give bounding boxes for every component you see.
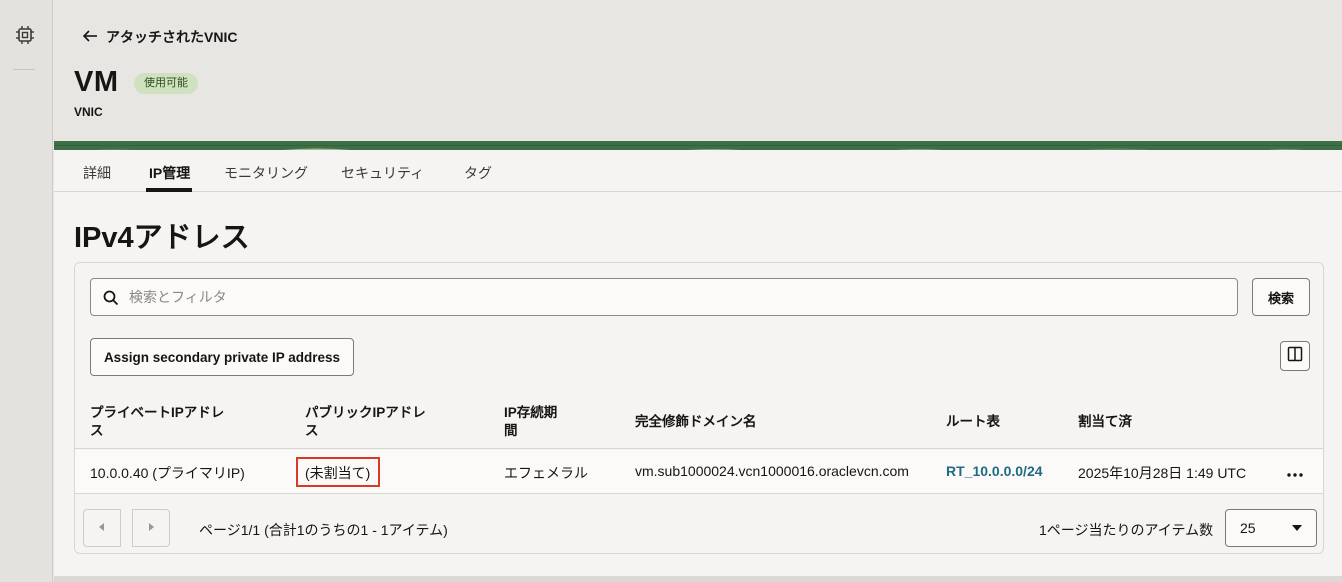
search-box [90, 278, 1238, 316]
per-page-select[interactable]: 25 [1225, 509, 1317, 547]
caret-right-icon [147, 522, 155, 535]
per-page-label: 1ページ当たりのアイテム数 [1039, 522, 1214, 538]
back-link[interactable]: アタッチされたVNIC [82, 27, 237, 47]
page-subtitle: VNIC [74, 105, 103, 119]
cell-public-ip: (未割当て) [305, 465, 371, 481]
decorative-banner [54, 141, 1342, 150]
arrow-left-icon [82, 29, 98, 46]
ip-table-card: 検索 Assign secondary private IP address プ… [74, 262, 1324, 554]
caret-left-icon [98, 522, 106, 535]
columns-icon [1287, 346, 1303, 367]
tab-ip-management[interactable]: IP管理 [149, 163, 190, 183]
cell-assigned: 2025年10月28日 1:49 UTC [1078, 465, 1247, 481]
next-page-button[interactable] [132, 509, 170, 547]
tab-security[interactable]: セキュリティ [341, 163, 424, 183]
left-rail [0, 0, 53, 582]
table-header: プライベートIPアドレス パブリックIPアドレス IP存続期間 完全修飾ドメイン… [75, 396, 1323, 449]
column-header-public-ip[interactable]: パブリックIPアドレス [305, 404, 426, 440]
column-settings-button[interactable] [1280, 341, 1310, 371]
rail-divider [13, 69, 35, 70]
cell-private-ip: 10.0.0.40 (プライマリIP) [90, 465, 245, 481]
tab-monitoring[interactable]: モニタリング [224, 163, 308, 183]
chevron-down-icon [1292, 525, 1302, 531]
column-header-route-table[interactable]: ルート表 [946, 413, 1000, 431]
search-input[interactable] [129, 279, 1229, 315]
column-header-assigned[interactable]: 割当て済 [1078, 413, 1132, 431]
page-header: アタッチされたVNIC VM 使用可能 VNIC [54, 0, 1342, 141]
more-horizontal-icon [1286, 462, 1304, 483]
column-header-private-ip[interactable]: プライベートIPアドレス [90, 404, 224, 440]
page-title: VM [74, 66, 119, 98]
cell-fqdn: vm.sub1000024.vcn1000016.oraclevcn.com [635, 463, 909, 479]
row-actions-button[interactable] [1280, 459, 1310, 485]
route-table-link[interactable]: RT_10.0.0.0/24 [946, 463, 1043, 479]
compute-chip-icon[interactable] [13, 23, 37, 47]
search-button[interactable]: 検索 [1252, 278, 1310, 316]
tab-details[interactable]: 詳細 [83, 163, 111, 183]
cell-ip-lifetime: エフェメラル [504, 465, 588, 481]
tab-tags[interactable]: タグ [464, 163, 492, 183]
assign-secondary-ip-button[interactable]: Assign secondary private IP address [90, 338, 354, 376]
main-content: IPv4アドレス 検索 Assign secondary private IP … [54, 192, 1342, 576]
back-link-label: アタッチされたVNIC [106, 29, 238, 45]
column-header-fqdn[interactable]: 完全修飾ドメイン名 [635, 413, 757, 431]
pagination-summary: ページ1/1 (合計1のうちの1 - 1アイテム) [199, 522, 448, 538]
per-page-value: 25 [1240, 520, 1256, 536]
status-badge: 使用可能 [134, 73, 198, 94]
table-row: 10.0.0.40 (プライマリIP) (未割当て) エフェメラル vm.sub… [75, 450, 1323, 494]
footer-strip [54, 576, 1342, 582]
tab-bar: 詳細 IP管理 モニタリング セキュリティ タグ [54, 150, 1342, 192]
search-icon [102, 289, 120, 307]
section-title: IPv4アドレス [74, 222, 250, 254]
column-header-ip-lifetime[interactable]: IP存続期間 [504, 404, 557, 440]
previous-page-button[interactable] [83, 509, 121, 547]
